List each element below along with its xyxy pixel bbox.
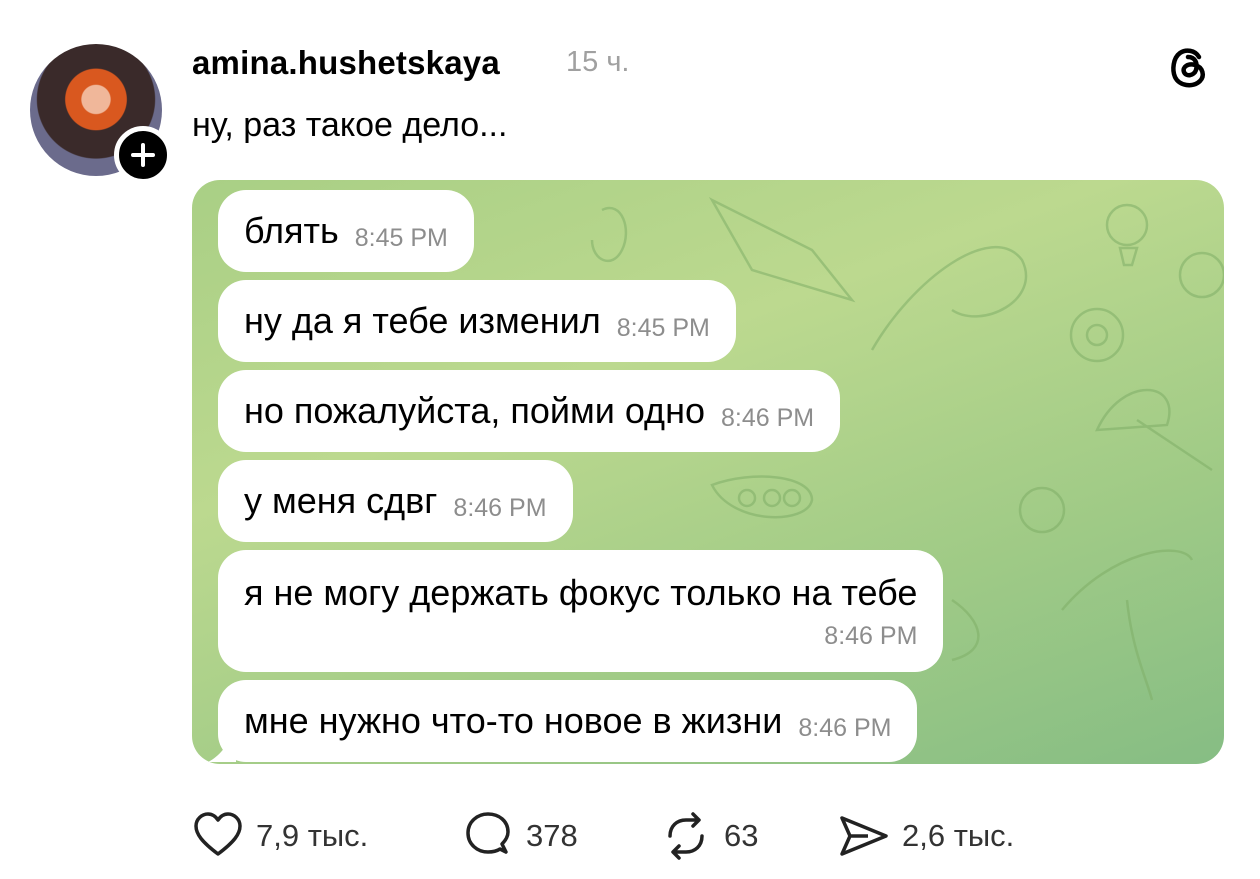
repost-count: 63 xyxy=(724,818,759,853)
comment-count: 378 xyxy=(526,818,578,853)
message-bubble: блять 8:45 PM xyxy=(218,190,474,272)
post-actions: 7,9 тыс. 378 63 2,6 тыс. xyxy=(192,806,1092,866)
message-text: но пожалуйста, пойми одно xyxy=(244,390,705,431)
bubble-tail xyxy=(208,732,236,762)
message-time: 8:45 PM xyxy=(616,313,710,342)
message-text: я не могу держать фокус только на тебе xyxy=(244,571,918,613)
heart-icon xyxy=(194,812,242,856)
username[interactable]: amina.hushetskaya xyxy=(192,44,500,82)
chat-screenshot: блять 8:45 PM ну да я тебе изменил 8:45 … xyxy=(192,180,1224,764)
message-text: у меня сдвг xyxy=(244,480,438,521)
like-button[interactable]: 7,9 тыс. xyxy=(192,806,368,866)
author-avatar-wrap[interactable] xyxy=(30,44,172,184)
repost-icon xyxy=(668,812,704,860)
follow-button[interactable] xyxy=(114,126,172,184)
share-count: 2,6 тыс. xyxy=(902,818,1015,853)
message-text: мне нужно что-то новое в жизни xyxy=(244,700,783,741)
message-time: 8:46 PM xyxy=(798,713,892,742)
like-count: 7,9 тыс. xyxy=(256,818,369,853)
share-button[interactable]: 2,6 тыс. xyxy=(838,806,1014,866)
message-bubble: мне нужно что-то новое в жизни 8:46 PM xyxy=(218,680,918,762)
message-text: ну да я тебе изменил xyxy=(244,300,601,341)
message-text: блять xyxy=(244,210,339,251)
message-time: 8:46 PM xyxy=(453,493,547,522)
post-time: 15 ч. xyxy=(566,46,630,78)
message-bubble: я не могу держать фокус только на тебе 8… xyxy=(218,550,944,672)
repost-button[interactable]: 63 xyxy=(660,806,758,866)
threads-logo-icon[interactable] xyxy=(1166,44,1212,90)
message-bubble: но пожалуйста, пойми одно 8:46 PM xyxy=(218,370,841,452)
post-caption: ну, раз такое дело... xyxy=(192,106,508,144)
message-bubble: ну да я тебе изменил 8:45 PM xyxy=(218,280,736,362)
share-plane-icon xyxy=(840,816,888,856)
comment-bubble-icon xyxy=(466,812,510,854)
message-time: 8:45 PM xyxy=(354,223,448,252)
message-time: 8:46 PM xyxy=(824,621,918,650)
message-time: 8:46 PM xyxy=(720,403,815,432)
message-bubble: у меня сдвг 8:46 PM xyxy=(218,460,573,542)
comment-button[interactable]: 378 xyxy=(462,806,578,866)
plus-icon xyxy=(131,143,155,167)
